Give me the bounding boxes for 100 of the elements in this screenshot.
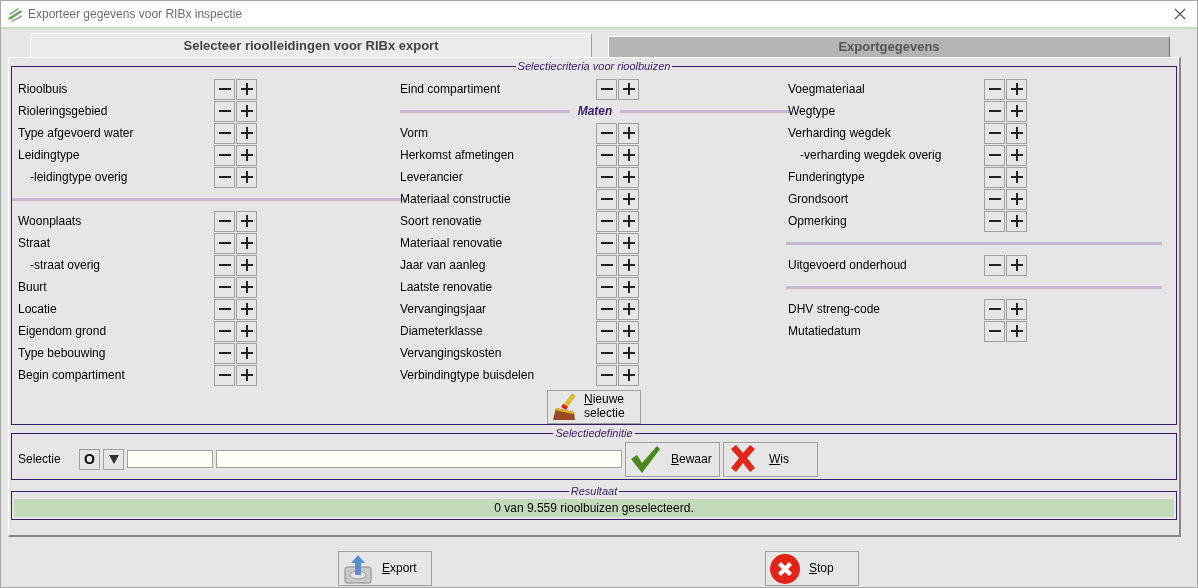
add-button[interactable]	[236, 166, 257, 188]
add-button[interactable]	[618, 342, 639, 364]
remove-button[interactable]	[596, 188, 617, 210]
clear-button[interactable]: Wis	[723, 441, 818, 477]
criterion-label: Leidingtype	[18, 147, 81, 163]
add-button[interactable]	[618, 166, 639, 188]
add-button[interactable]	[618, 122, 639, 144]
add-button[interactable]	[1006, 78, 1027, 100]
remove-button[interactable]	[596, 144, 617, 166]
tab[interactable]: Selecteer rioolleidingen voor RIBx export	[30, 33, 592, 57]
add-button[interactable]	[618, 320, 639, 342]
add-button[interactable]	[236, 298, 257, 320]
remove-button[interactable]	[596, 166, 617, 188]
criterion-label: Straat	[18, 235, 51, 251]
add-button[interactable]	[618, 188, 639, 210]
plus-icon	[621, 302, 636, 316]
tab[interactable]: Exportgegevens	[608, 36, 1170, 57]
remove-button[interactable]	[984, 78, 1005, 100]
remove-button[interactable]	[596, 78, 617, 100]
criterion-label: Materiaal renovatie	[400, 235, 504, 251]
remove-button[interactable]	[596, 320, 617, 342]
new-selection-button[interactable]: Nieuwe selectie	[547, 390, 641, 424]
add-button[interactable]	[236, 210, 257, 232]
remove-button[interactable]	[984, 100, 1005, 122]
remove-button[interactable]	[214, 232, 235, 254]
remove-button[interactable]	[214, 166, 235, 188]
add-button[interactable]	[236, 144, 257, 166]
criterion-label: Verbindingtype buisdelen	[400, 367, 536, 383]
add-button[interactable]	[236, 254, 257, 276]
remove-button[interactable]	[214, 364, 235, 386]
add-button[interactable]	[1006, 166, 1027, 188]
add-button[interactable]	[618, 298, 639, 320]
stop-button[interactable]: Stop	[765, 551, 859, 586]
plus-icon	[621, 148, 636, 162]
remove-button[interactable]	[214, 100, 235, 122]
add-button[interactable]	[1006, 254, 1027, 276]
remove-button[interactable]	[214, 320, 235, 342]
remove-button[interactable]	[214, 78, 235, 100]
save-button[interactable]: Bewaar	[625, 441, 720, 477]
remove-button[interactable]	[596, 232, 617, 254]
plus-icon	[621, 258, 636, 272]
add-button[interactable]	[236, 122, 257, 144]
export-button[interactable]: Export	[338, 551, 432, 586]
remove-button[interactable]	[214, 144, 235, 166]
criterion-label: Eigendom grond	[18, 323, 108, 339]
remove-button[interactable]	[596, 254, 617, 276]
remove-button[interactable]	[596, 342, 617, 364]
remove-button[interactable]	[984, 298, 1005, 320]
mode-button[interactable]: O	[79, 448, 100, 470]
remove-button[interactable]	[984, 166, 1005, 188]
remove-button[interactable]	[214, 276, 235, 298]
plus-icon	[239, 324, 254, 338]
remove-button[interactable]	[596, 298, 617, 320]
add-button[interactable]	[618, 232, 639, 254]
add-button[interactable]	[618, 276, 639, 298]
add-button[interactable]	[236, 320, 257, 342]
remove-button[interactable]	[596, 122, 617, 144]
add-button[interactable]	[236, 364, 257, 386]
remove-button[interactable]	[214, 298, 235, 320]
remove-button[interactable]	[984, 254, 1005, 276]
add-button[interactable]	[1006, 122, 1027, 144]
add-button[interactable]	[618, 254, 639, 276]
add-button[interactable]	[236, 276, 257, 298]
remove-button[interactable]	[984, 320, 1005, 342]
plus-icon	[239, 82, 254, 96]
remove-button[interactable]	[984, 210, 1005, 232]
add-button[interactable]	[618, 210, 639, 232]
add-button[interactable]	[618, 78, 639, 100]
remove-button[interactable]	[984, 122, 1005, 144]
add-button[interactable]	[1006, 188, 1027, 210]
add-button[interactable]	[618, 144, 639, 166]
remove-button[interactable]	[984, 188, 1005, 210]
plus-icon	[1009, 192, 1024, 206]
remove-button[interactable]	[984, 144, 1005, 166]
add-button[interactable]	[1006, 144, 1027, 166]
add-button[interactable]	[1006, 210, 1027, 232]
remove-button[interactable]	[214, 254, 235, 276]
remove-button[interactable]	[596, 276, 617, 298]
plus-icon	[239, 346, 254, 360]
input-field[interactable]	[127, 450, 213, 468]
add-button[interactable]	[1006, 100, 1027, 122]
remove-button[interactable]	[596, 210, 617, 232]
result-message: 0 van 9.559 rioolbuizen geselecteerd.	[14, 499, 1174, 517]
input-field[interactable]	[216, 450, 622, 468]
add-button[interactable]	[236, 342, 257, 364]
add-button[interactable]	[1006, 298, 1027, 320]
plus-icon	[621, 324, 636, 338]
add-button[interactable]	[1006, 320, 1027, 342]
add-button[interactable]	[236, 78, 257, 100]
remove-button[interactable]	[214, 122, 235, 144]
dropdown-button[interactable]	[103, 448, 124, 470]
remove-button[interactable]	[214, 342, 235, 364]
add-button[interactable]	[618, 364, 639, 386]
remove-button[interactable]	[214, 210, 235, 232]
criterion-label: Mutatiedatum	[788, 323, 862, 339]
remove-button[interactable]	[596, 364, 617, 386]
caret-icon	[107, 453, 120, 465]
plus-icon	[621, 346, 636, 360]
add-button[interactable]	[236, 232, 257, 254]
add-button[interactable]	[236, 100, 257, 122]
